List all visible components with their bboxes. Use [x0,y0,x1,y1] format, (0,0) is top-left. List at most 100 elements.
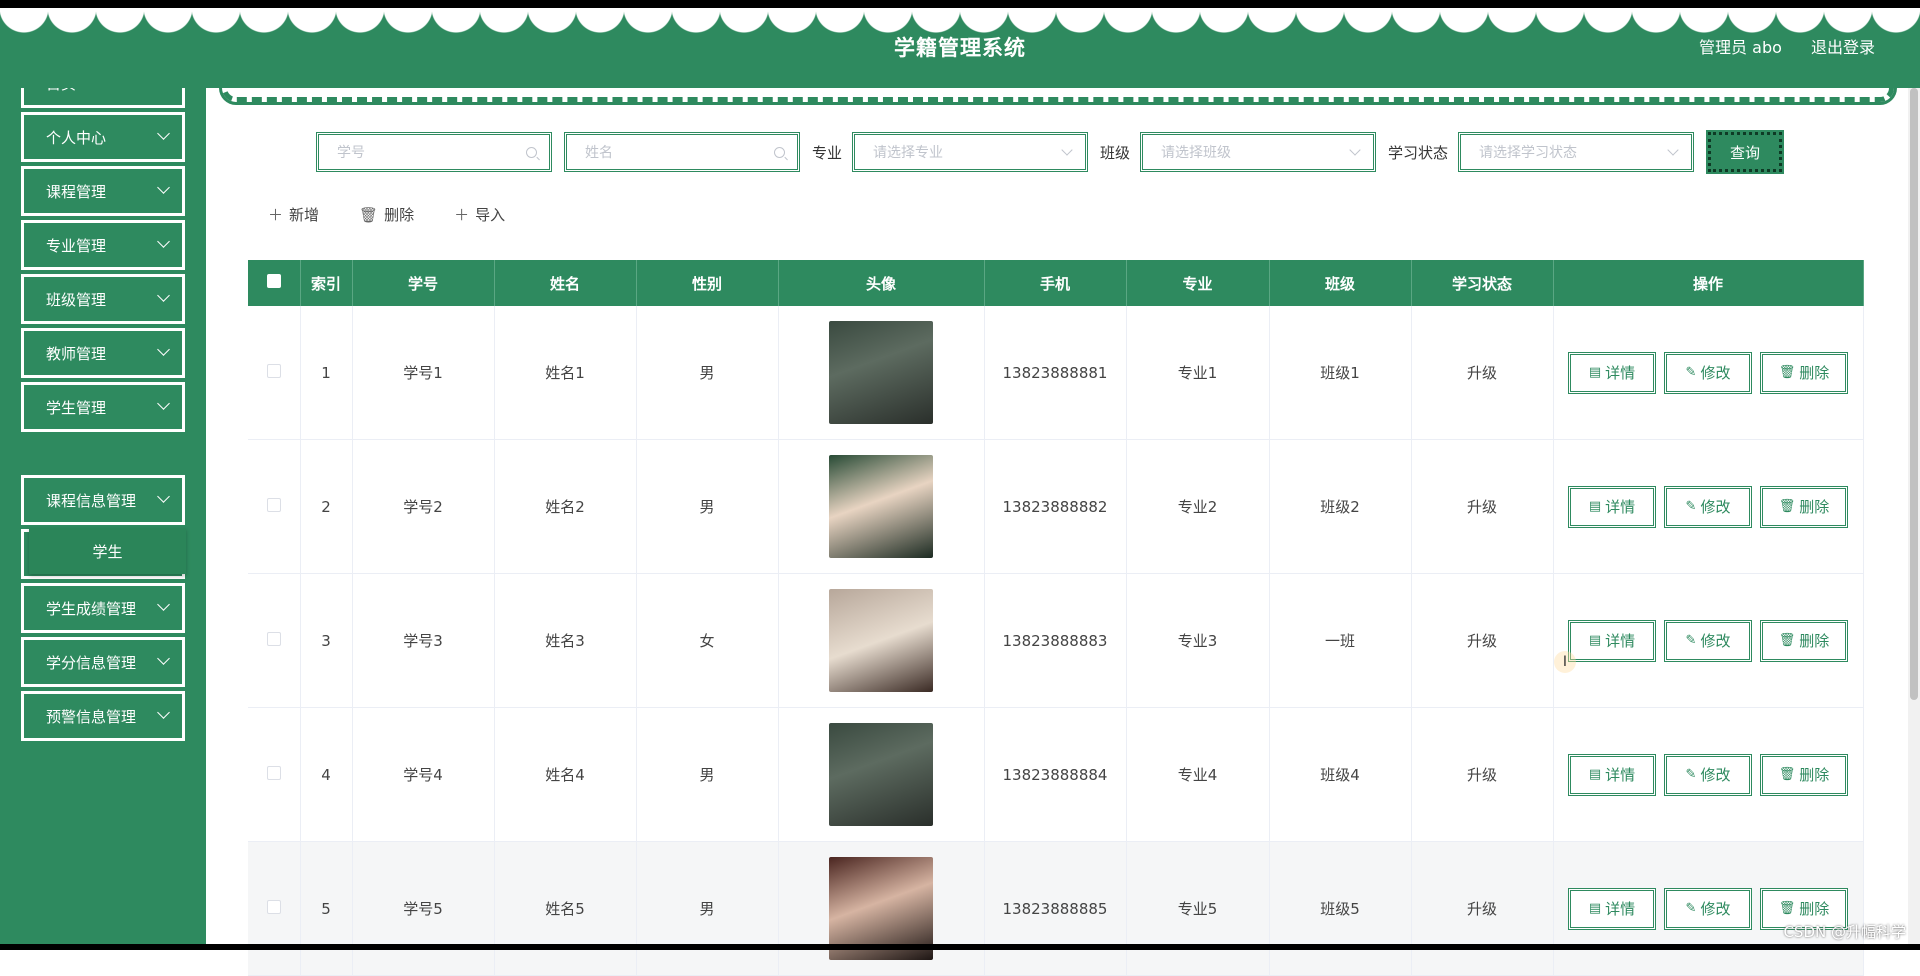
row-checkbox[interactable] [266,363,281,378]
student-no-cell: 学号5 [352,841,495,976]
avatar-cell [778,707,985,842]
plus-icon: ＋ [268,206,284,224]
avatar [829,321,933,424]
student-no-cell: 学号2 [352,439,495,574]
table-row[interactable]: 2 学号2 姓名2 男 13823888882 专业2 班级2 升级 ▤ 详情 ✎ 修改 🗑 删除 [248,439,1864,574]
trash-icon: 🗑 [1778,499,1796,514]
detail-button[interactable]: ▤ 详情 [1568,351,1656,394]
sidebar-item-7[interactable]: 课程信息管理 [21,475,185,525]
row-checkbox[interactable] [266,765,281,780]
detail-button[interactable]: ▤ 详情 [1568,753,1656,796]
delete-button[interactable]: 🗑 删除 [1760,351,1848,394]
trash-icon: 🗑 [1778,901,1796,916]
edit-button[interactable]: ✎ 修改 [1664,485,1752,528]
select-all-cell[interactable] [248,260,301,306]
row-select-cell[interactable] [248,439,301,574]
name-cell: 姓名4 [494,707,637,842]
table-row[interactable]: 1 学号1 姓名1 男 13823888881 专业1 班级1 升级 ▤ 详情 ✎ 修改 🗑 删除 [248,306,1864,440]
sidebar-item-2[interactable]: 课程管理 [21,166,185,216]
import-button[interactable]: ＋导入 [454,204,505,225]
name-input[interactable]: 姓名 [564,132,800,172]
row-checkbox[interactable] [266,899,281,914]
sidebar-item-label: 首页 [46,88,76,94]
sidebar-item-10[interactable]: 学分信息管理 [21,637,185,687]
operations-cell: ▤ 详情 ✎ 修改 🗑 删除 [1553,707,1864,842]
edit-button[interactable]: ✎ 修改 [1664,753,1752,796]
select-all-checkbox[interactable] [266,274,281,288]
col-name: 姓名 [494,260,637,306]
status-cell: 升级 [1411,439,1554,574]
document-icon: ▤ [1588,365,1602,380]
document-icon: ▤ [1588,901,1602,916]
col-student-no: 学号 [352,260,495,306]
top-border [0,0,1920,8]
table-row[interactable]: 3 学号3 姓名3 女 13823888883 专业3 一班 升级 ▤ 详情 ✎ 修改 🗑 删除 [248,573,1864,708]
status-select[interactable]: 请选择学习状态 [1458,132,1695,172]
query-button[interactable]: 查询 [1706,130,1785,174]
sidebar-subitem-student[interactable]: 学生 [29,528,186,574]
status-cell: 升级 [1411,841,1554,976]
sidebar-item-5[interactable]: 教师管理 [21,328,185,378]
operations-cell: ▤ 详情 ✎ 修改 🗑 删除 [1553,841,1864,976]
index-cell: 2 [300,439,353,574]
delete-button[interactable]: 🗑 删除 [359,204,414,225]
main-content: 学号 姓名 专业 请选择专业 班级 请选择班级 学习状态 请选择学习状态 查询 … [206,72,1920,976]
status-cell: 升级 [1411,707,1554,842]
sidebar-item-label: 预警信息管理 [46,707,137,726]
phone-cell: 13823888883 [984,573,1127,708]
phone-cell: 13823888882 [984,439,1127,574]
delete-button[interactable]: 🗑 删除 [1760,753,1848,796]
sidebar-item-9[interactable]: 学生成绩管理 [21,583,185,633]
row-select-cell[interactable] [248,707,301,842]
phone-cell: 13823888884 [984,707,1127,842]
search-bar: 学号 姓名 专业 请选择专业 班级 请选择班级 学习状态 请选择学习状态 查询 [316,130,1785,174]
avatar-cell [778,439,985,574]
row-checkbox[interactable] [266,497,281,512]
major-select[interactable]: 请选择专业 [852,132,1089,172]
edit-button[interactable]: ✎ 修改 [1664,619,1752,662]
row-select-cell[interactable] [248,841,301,976]
gender-cell: 男 [636,841,779,976]
delete-button[interactable]: 🗑 删除 [1760,485,1848,528]
gender-cell: 男 [636,306,779,440]
avatar-cell [778,573,985,708]
sidebar-item-0[interactable]: 首页 [21,88,185,108]
sidebar-item-4[interactable]: 班级管理 [21,274,185,324]
edit-button[interactable]: ✎ 修改 [1664,351,1752,394]
sidebar-item-3[interactable]: 专业管理 [21,220,185,270]
index-cell: 3 [300,573,353,708]
logout-button[interactable]: 退出登录 [1811,38,1875,57]
table-row[interactable]: 5 学号5 姓名5 男 13823888885 专业5 班级5 升级 ▤ 详情 ✎ 修改 🗑 删除 [248,841,1864,976]
col-class: 班级 [1269,260,1412,306]
student-table: 索引 学号 姓名 性别 头像 手机 专业 班级 学习状态 操作 1 学号1 姓名1 男… [248,260,1864,976]
name-cell: 姓名1 [494,306,637,440]
page-scrollbar[interactable] [1908,88,1920,944]
sidebar-item-label: 教师管理 [46,344,107,363]
sidebar-item-1[interactable]: 个人中心 [21,112,185,162]
trash-icon: 🗑 [359,205,379,224]
detail-button[interactable]: ▤ 详情 [1568,619,1656,662]
delete-button[interactable]: 🗑 删除 [1760,619,1848,662]
class-cell: 班级5 [1269,841,1412,976]
row-checkbox[interactable] [266,631,281,646]
detail-button[interactable]: ▤ 详情 [1568,485,1656,528]
sidebar-item-label: 学分信息管理 [46,653,137,672]
chevron-down-icon [157,343,170,356]
table-row[interactable]: 4 学号4 姓名4 男 13823888884 专业4 班级4 升级 ▤ 详情 ✎ 修改 🗑 删除 [248,707,1864,842]
scrollbar-thumb[interactable] [1910,88,1918,700]
sidebar-item-6[interactable]: 学生管理 [21,382,185,432]
add-button[interactable]: ＋新增 [268,204,319,225]
sidebar-item-11[interactable]: 预警信息管理 [21,691,185,741]
search-icon [774,147,785,158]
class-select[interactable]: 请选择班级 [1140,132,1377,172]
decorative-top-panel [222,72,1894,102]
avatar [829,589,933,692]
edit-button[interactable]: ✎ 修改 [1664,887,1752,930]
row-select-cell[interactable] [248,306,301,440]
class-cell: 班级1 [1269,306,1412,440]
detail-button[interactable]: ▤ 详情 [1568,887,1656,930]
row-select-cell[interactable] [248,573,301,708]
operations-cell: ▤ 详情 ✎ 修改 🗑 删除 [1553,439,1864,574]
pencil-icon: ✎ [1685,767,1697,782]
student-no-input[interactable]: 学号 [316,132,552,172]
